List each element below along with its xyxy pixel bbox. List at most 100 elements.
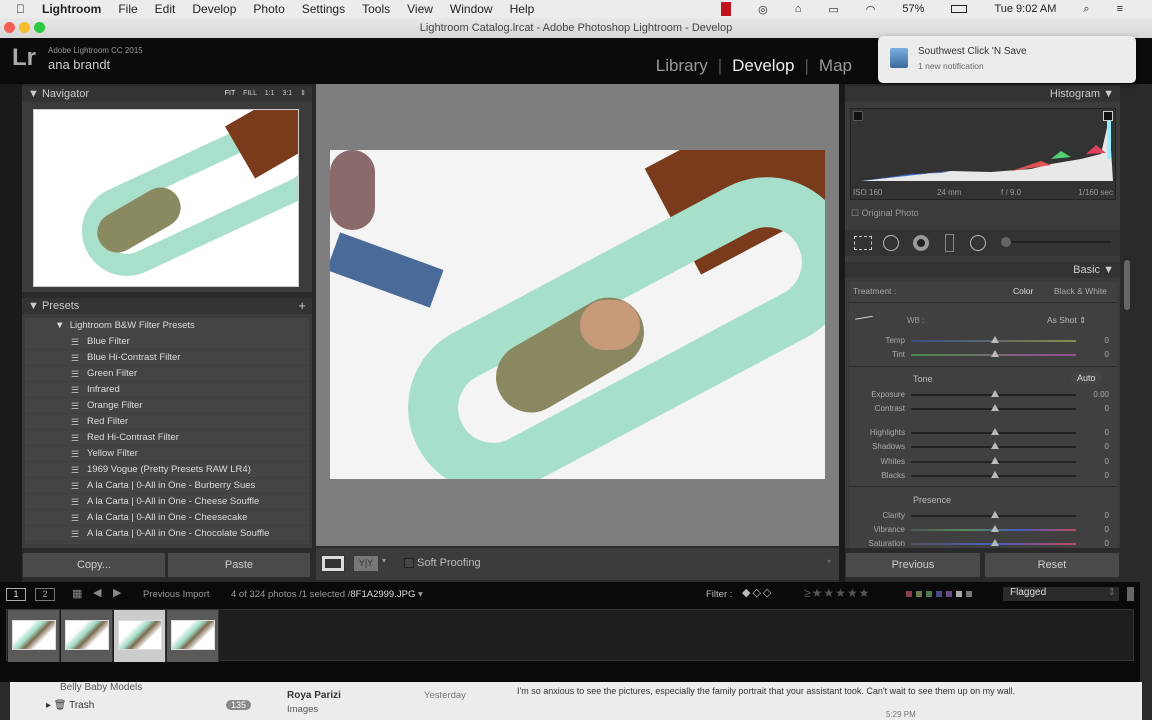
slider-value[interactable]: 0: [1105, 471, 1109, 480]
preset-item[interactable]: Green Filter: [25, 366, 309, 382]
right-panel-scrollbar[interactable]: [1124, 260, 1130, 310]
wb-dropdown[interactable]: As Shot ⇕: [1047, 315, 1086, 326]
presets-header[interactable]: ▼ Presets +: [22, 298, 312, 314]
color-label-swatch[interactable]: [916, 591, 922, 597]
treatment-black-white[interactable]: Black & White: [1054, 286, 1107, 296]
source-label[interactable]: Previous Import: [143, 589, 210, 600]
shadows-slider[interactable]: Shadows 0: [849, 440, 1117, 454]
clock[interactable]: Tue 9:02 AM: [994, 3, 1056, 15]
navigator-preview[interactable]: [33, 109, 299, 287]
radial-filter-icon[interactable]: [970, 235, 986, 251]
menu-file[interactable]: File: [118, 2, 137, 16]
airplay-icon[interactable]: ▭: [828, 3, 838, 16]
apple-icon[interactable]: : [16, 2, 25, 16]
flag-filters[interactable]: ◆◇◇: [742, 586, 773, 599]
zoom-3-1[interactable]: 3:1: [282, 90, 292, 97]
slider-value[interactable]: 0: [1105, 525, 1109, 534]
filter-preset-dropdown[interactable]: Flagged ⇕: [1003, 587, 1119, 601]
message-sender[interactable]: Roya Parizi: [287, 690, 341, 701]
slider-value[interactable]: 0: [1105, 539, 1109, 548]
toolbar-menu-icon[interactable]: ▾: [827, 557, 831, 566]
basic-header[interactable]: Basic ▼: [845, 262, 1120, 278]
zoom-fill[interactable]: FILL: [243, 90, 257, 97]
menu-photo[interactable]: Photo: [253, 2, 284, 16]
filmstrip-thumbnail[interactable]: [61, 610, 113, 662]
preset-item[interactable]: Orange Filter: [25, 398, 309, 414]
filmstrip-thumbnail[interactable]: [8, 610, 60, 662]
notification-banner[interactable]: Southwest Click 'N Save 1 new notificati…: [878, 36, 1136, 83]
mailbox-belly-baby-models[interactable]: Belly Baby Models: [60, 682, 142, 693]
highlight-clipping-toggle[interactable]: [1103, 111, 1113, 121]
previous-button[interactable]: Previous: [845, 552, 981, 578]
color-label-swatch[interactable]: [936, 591, 942, 597]
preset-item[interactable]: A la Carta | 0-All in One - Cheese Souff…: [25, 494, 309, 510]
slider-value[interactable]: 0.00: [1093, 390, 1109, 399]
slider-value[interactable]: 0: [1105, 428, 1109, 437]
filmstrip-thumbnail-selected[interactable]: [114, 610, 166, 662]
histogram[interactable]: ISO 160 24 mm f / 9.0 1/160 sec: [850, 108, 1116, 200]
preset-item[interactable]: Infrared: [25, 382, 309, 398]
brush-slider[interactable]: [1011, 241, 1111, 243]
preset-item[interactable]: A la Carta | 0-All in One - Cheesecake: [25, 510, 309, 526]
reset-button[interactable]: Reset: [984, 552, 1120, 578]
close-window-button[interactable]: [4, 22, 15, 33]
filmstrip-thumbnail[interactable]: [167, 610, 219, 662]
tint-slider[interactable]: Tint 0: [849, 348, 1117, 362]
star-rating-filter[interactable]: ≥★★★★★: [804, 586, 870, 600]
selection-info[interactable]: 4 of 324 photos /1 selected /8F1A2999.JP…: [231, 589, 423, 600]
minimize-window-button[interactable]: [19, 22, 30, 33]
original-photo-toggle[interactable]: ☐ Original Photo: [851, 208, 919, 219]
menu-view[interactable]: View: [407, 2, 433, 16]
secondary-screen-button[interactable]: 2: [35, 588, 55, 601]
treatment-color[interactable]: Color: [1013, 286, 1033, 296]
shadow-clipping-toggle[interactable]: [853, 111, 863, 121]
slider-value[interactable]: 0: [1105, 457, 1109, 466]
color-label-swatch[interactable]: [926, 591, 932, 597]
auto-tone-button[interactable]: Auto: [1071, 372, 1102, 384]
color-label-swatch[interactable]: [966, 591, 972, 597]
module-develop[interactable]: Develop: [732, 56, 794, 76]
adjustment-brush-icon[interactable]: [1001, 237, 1011, 247]
color-label-filter[interactable]: [906, 591, 972, 597]
soft-proofing-checkbox[interactable]: [404, 558, 414, 568]
slider-value[interactable]: 0: [1105, 336, 1109, 345]
mailbox-trash[interactable]: ▸ 🗑 Trash: [46, 700, 94, 711]
before-after-button[interactable]: Y|Y: [354, 556, 378, 571]
histogram-header[interactable]: Histogram ▼: [845, 86, 1120, 102]
saturation-slider[interactable]: Saturation 0: [849, 537, 1117, 548]
view-mode-dropdown-icon[interactable]: ▾: [382, 556, 386, 565]
filter-lock-toggle[interactable]: [1127, 587, 1134, 601]
grid-view-icon[interactable]: ▦: [72, 587, 82, 600]
preset-item[interactable]: Red Hi-Contrast Filter: [25, 430, 309, 446]
creative-cloud-icon[interactable]: ◎: [758, 3, 768, 16]
highlights-slider[interactable]: Highlights 0: [849, 426, 1117, 440]
app-status-icon[interactable]: [721, 2, 732, 16]
temp-slider[interactable]: Temp 0: [849, 334, 1117, 348]
preset-item[interactable]: A la Carta | 0-All in One - Chocolate So…: [25, 526, 309, 542]
slider-value[interactable]: 0: [1105, 511, 1109, 520]
preset-item[interactable]: Blue Hi-Contrast Filter: [25, 350, 309, 366]
menu-help[interactable]: Help: [510, 2, 535, 16]
notification-center-icon[interactable]: ≡: [1117, 3, 1123, 15]
slider-value[interactable]: 0: [1105, 442, 1109, 451]
preset-item[interactable]: Red Filter: [25, 414, 309, 430]
copy-settings-button[interactable]: Copy...: [22, 552, 166, 578]
vibrance-slider[interactable]: Vibrance 0: [849, 523, 1117, 537]
red-eye-icon[interactable]: [913, 235, 929, 251]
blacks-slider[interactable]: Blacks 0: [849, 469, 1117, 483]
paste-settings-button[interactable]: Paste: [167, 552, 311, 578]
forward-arrow-icon[interactable]: ▶: [113, 586, 121, 599]
menu-settings[interactable]: Settings: [302, 2, 345, 16]
preset-item[interactable]: A la Carta | 0-All in One - Burberry Sue…: [25, 478, 309, 494]
color-label-swatch[interactable]: [946, 591, 952, 597]
contrast-slider[interactable]: Contrast 0: [849, 402, 1117, 416]
slider-value[interactable]: 0: [1105, 350, 1109, 359]
preset-item[interactable]: 1969 Vogue (Pretty Presets RAW LR4): [25, 462, 309, 478]
spot-removal-icon[interactable]: [883, 235, 899, 251]
zoom-window-button[interactable]: [34, 22, 45, 33]
wifi-icon[interactable]: ◠: [866, 3, 876, 16]
spotlight-icon[interactable]: ⌕: [1083, 3, 1089, 16]
white-balance-eyedropper-icon[interactable]: ⟋: [852, 306, 875, 330]
menu-lightroom[interactable]: Lightroom: [42, 2, 101, 16]
menu-develop[interactable]: Develop: [192, 2, 236, 16]
